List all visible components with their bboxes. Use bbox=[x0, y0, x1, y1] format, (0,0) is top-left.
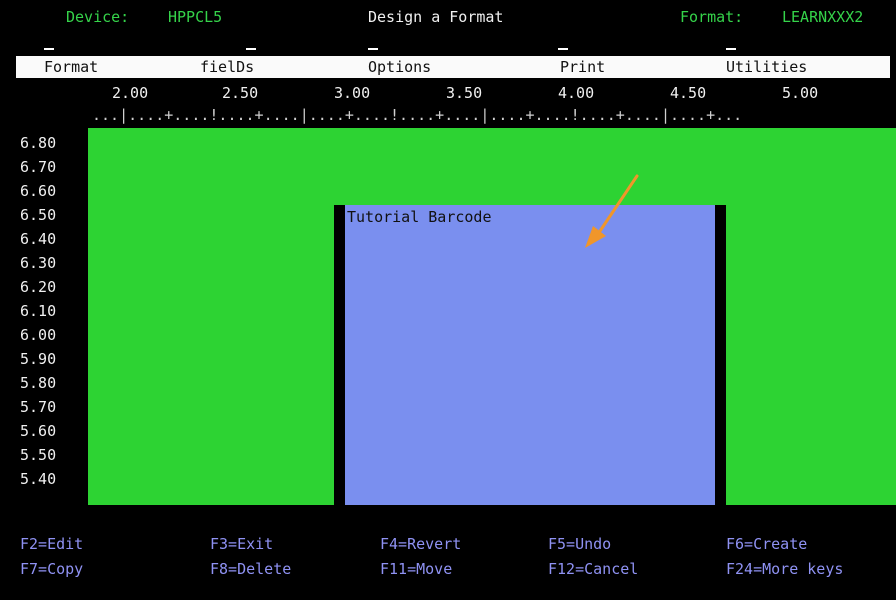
y-axis-label: 5.60 bbox=[20, 422, 57, 440]
menu-options[interactable]: Options bbox=[368, 58, 431, 76]
y-axis-label: 6.80 bbox=[20, 134, 57, 152]
y-axis-label: 6.10 bbox=[20, 302, 57, 320]
f8-delete-key[interactable]: F8=Delete bbox=[210, 560, 291, 578]
format-label: Format: bbox=[680, 8, 744, 26]
device-value: HPPCL5 bbox=[168, 8, 223, 26]
menu-underline-marker bbox=[44, 48, 54, 50]
ruler-label: 5.00 bbox=[782, 84, 819, 102]
menu-print[interactable]: Print bbox=[560, 58, 605, 76]
ruler-label: 4.00 bbox=[558, 84, 595, 102]
ruler-label: 2.00 bbox=[112, 84, 149, 102]
y-axis-label: 5.90 bbox=[20, 350, 57, 368]
menu-format[interactable]: Format bbox=[44, 58, 98, 76]
y-axis-label: 6.00 bbox=[20, 326, 57, 344]
y-axis-label: 6.30 bbox=[20, 254, 57, 272]
y-axis-label: 6.50 bbox=[20, 206, 57, 224]
f6-create-key[interactable]: F6=Create bbox=[726, 535, 807, 553]
barcode-field-label: Tutorial Barcode bbox=[347, 208, 492, 226]
y-axis-label: 5.40 bbox=[20, 470, 57, 488]
f2-edit-key[interactable]: F2=Edit bbox=[20, 535, 83, 553]
menu-bar: Format fielDs Options Print Utilities bbox=[16, 56, 890, 78]
ruler-label: 2.50 bbox=[222, 84, 259, 102]
format-value: LEARNXXX2 bbox=[782, 8, 864, 26]
f3-exit-key[interactable]: F3=Exit bbox=[210, 535, 273, 553]
f7-copy-key[interactable]: F7=Copy bbox=[20, 560, 83, 578]
y-axis-label: 6.40 bbox=[20, 230, 57, 248]
menu-underline-marker bbox=[558, 48, 568, 50]
menu-underline-marker bbox=[368, 48, 378, 50]
y-axis-label: 6.20 bbox=[20, 278, 57, 296]
y-axis-label: 6.60 bbox=[20, 182, 57, 200]
menu-fields[interactable]: fielDs bbox=[200, 58, 254, 76]
ruler-label: 3.00 bbox=[334, 84, 371, 102]
f11-move-key[interactable]: F11=Move bbox=[380, 560, 452, 578]
screen-title: Design a Format bbox=[368, 8, 504, 26]
menu-underline-marker bbox=[726, 48, 736, 50]
f12-cancel-key[interactable]: F12=Cancel bbox=[548, 560, 638, 578]
ruler-scale: ...|....+....!....+....|....+....!....+.… bbox=[92, 106, 743, 124]
ruler-label: 4.50 bbox=[670, 84, 707, 102]
device-label: Device: bbox=[66, 8, 130, 26]
y-axis-label: 5.70 bbox=[20, 398, 57, 416]
f24-more-keys-key[interactable]: F24=More keys bbox=[726, 560, 843, 578]
y-axis-label: 5.50 bbox=[20, 446, 57, 464]
menu-utilities[interactable]: Utilities bbox=[726, 58, 807, 76]
f4-revert-key[interactable]: F4=Revert bbox=[380, 535, 461, 553]
y-axis-label: 6.70 bbox=[20, 158, 57, 176]
menu-underline-marker bbox=[246, 48, 256, 50]
ruler-label: 3.50 bbox=[446, 84, 483, 102]
barcode-field[interactable] bbox=[345, 205, 715, 505]
f5-undo-key[interactable]: F5=Undo bbox=[548, 535, 611, 553]
y-axis-label: 5.80 bbox=[20, 374, 57, 392]
